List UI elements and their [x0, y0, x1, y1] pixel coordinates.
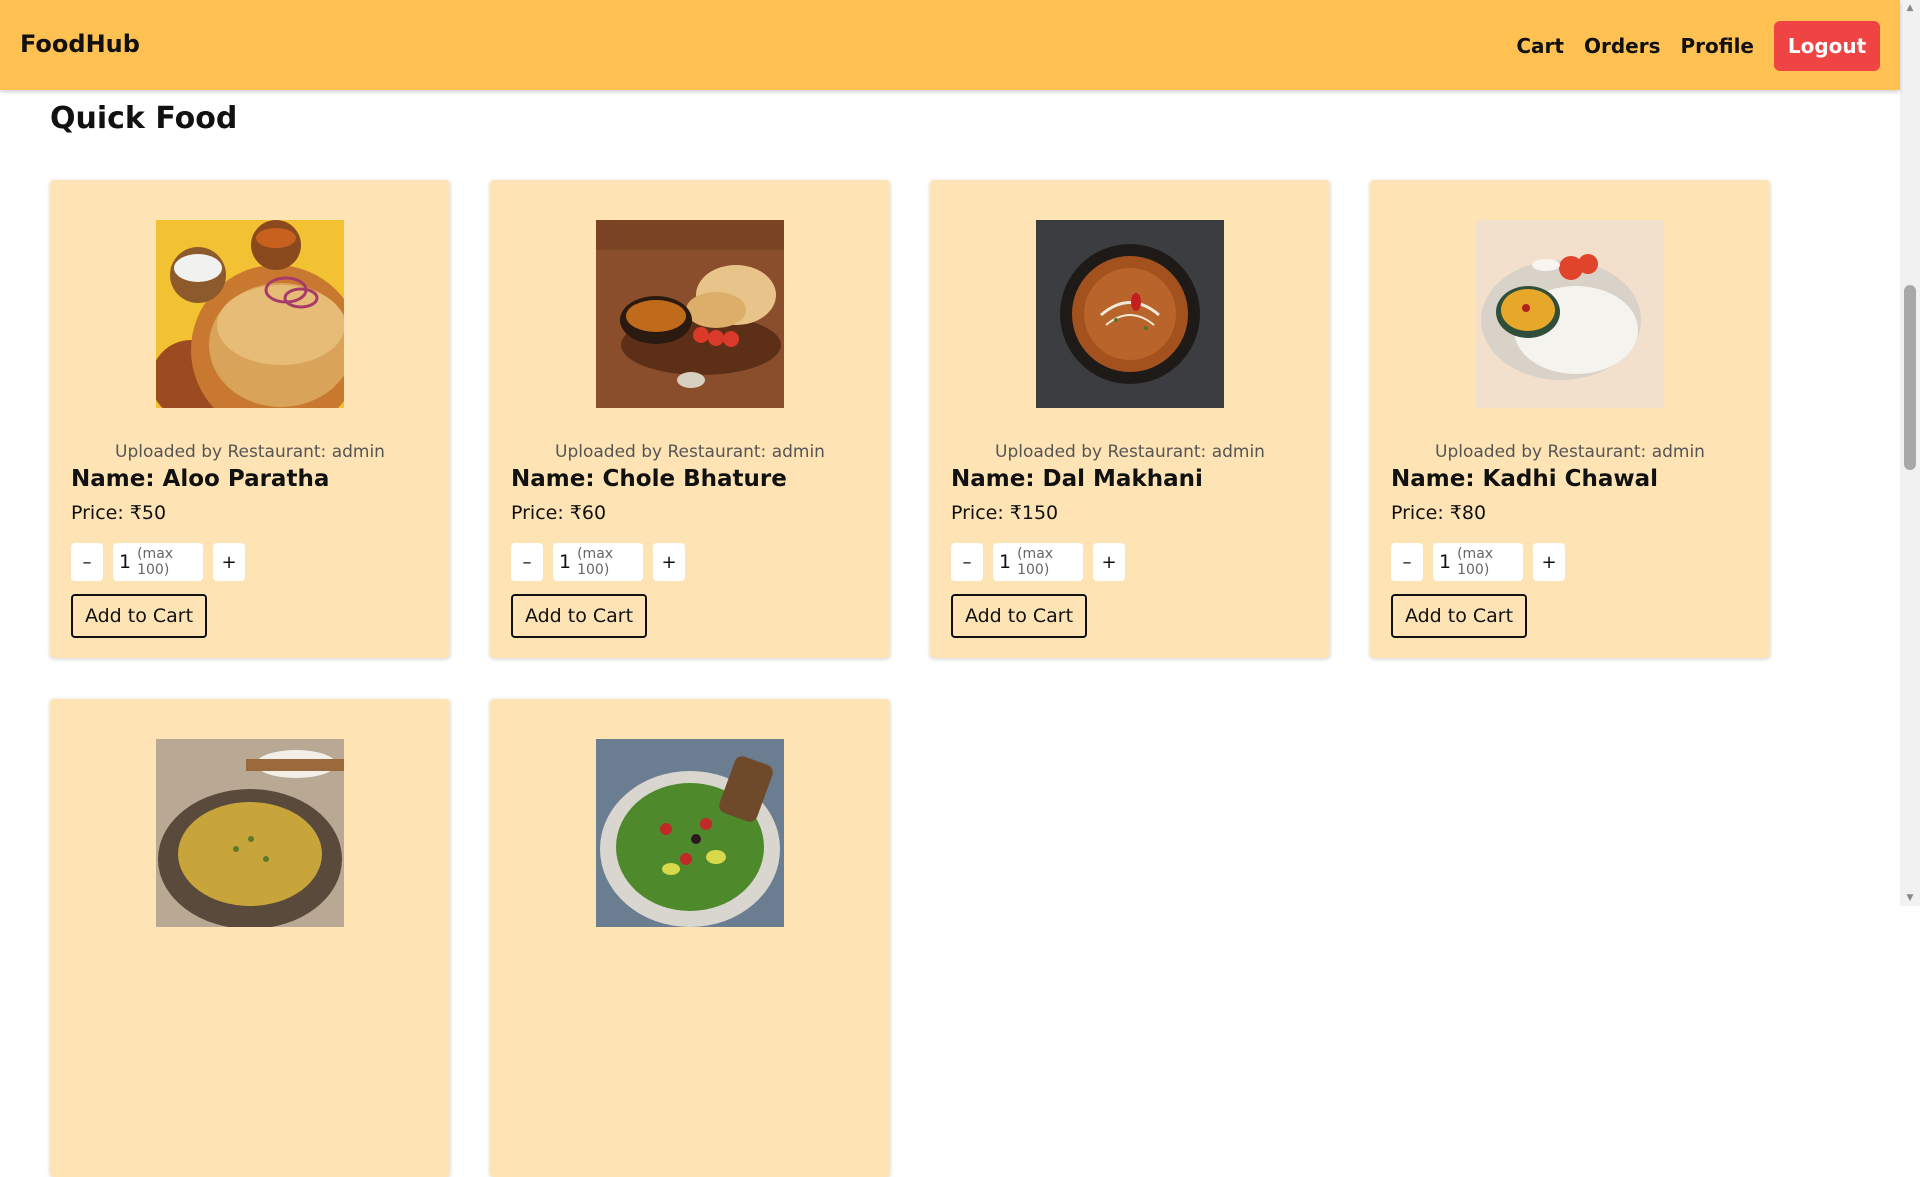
add-to-cart-button[interactable]: Add to Cart: [511, 594, 647, 638]
scrollbar-thumb[interactable]: [1904, 285, 1916, 470]
quantity-value: 1: [559, 551, 572, 573]
food-price: Price: ₹50: [71, 502, 167, 524]
quantity-stepper: – 1 (max 100) +: [71, 543, 245, 581]
food-card-khichdi: [50, 699, 450, 1177]
food-image-khichdi: [156, 739, 344, 927]
food-card-kadhi-chawal: Uploaded by Restaurant: admin Name: Kadh…: [1370, 180, 1770, 658]
food-image-salad: [596, 739, 784, 927]
nav-profile-link[interactable]: Profile: [1680, 34, 1754, 58]
quantity-max-hint: (max 100): [1017, 546, 1054, 578]
decrement-button[interactable]: –: [951, 543, 983, 581]
quantity-value: 1: [119, 551, 132, 573]
add-to-cart-button[interactable]: Add to Cart: [1391, 594, 1527, 638]
food-image-aloo-paratha: [156, 220, 344, 408]
decrement-button[interactable]: –: [1391, 543, 1423, 581]
food-price: Price: ₹150: [951, 502, 1059, 524]
quantity-value: 1: [1439, 551, 1452, 573]
nav-cart-link[interactable]: Cart: [1516, 34, 1564, 58]
food-card-chole-bhature: Uploaded by Restaurant: admin Name: Chol…: [490, 180, 890, 658]
increment-button[interactable]: +: [1533, 543, 1565, 581]
food-image-chole-bhature: [596, 220, 784, 408]
food-card-salad: [490, 699, 890, 1177]
increment-button[interactable]: +: [653, 543, 685, 581]
quantity-input[interactable]: 1 (max 100): [553, 543, 643, 581]
brand-logo-text[interactable]: FoodHub: [20, 30, 140, 58]
food-card-dal-makhani: Uploaded by Restaurant: admin Name: Dal …: [930, 180, 1330, 658]
nav-links: Cart Orders Profile Logout: [1496, 21, 1880, 71]
top-navbar: FoodHub Cart Orders Profile Logout: [0, 0, 1900, 90]
quantity-max-hint: (max 100): [137, 546, 174, 578]
logout-button[interactable]: Logout: [1774, 21, 1880, 71]
nav-orders-link[interactable]: Orders: [1584, 34, 1661, 58]
increment-button[interactable]: +: [213, 543, 245, 581]
increment-button[interactable]: +: [1093, 543, 1125, 581]
scroll-down-arrow-icon[interactable]: ▼: [1904, 892, 1916, 904]
food-name: Name: Chole Bhature: [511, 466, 787, 492]
food-card-aloo-paratha: Uploaded by Restaurant: admin Name: Aloo…: [50, 180, 450, 658]
add-to-cart-button[interactable]: Add to Cart: [951, 594, 1087, 638]
food-name: Name: Dal Makhani: [951, 466, 1203, 492]
food-image-dal-makhani: [1036, 220, 1224, 408]
quantity-stepper: – 1 (max 100) +: [951, 543, 1125, 581]
add-to-cart-button[interactable]: Add to Cart: [71, 594, 207, 638]
decrement-button[interactable]: –: [71, 543, 103, 581]
quantity-stepper: – 1 (max 100) +: [511, 543, 685, 581]
food-name: Name: Aloo Paratha: [71, 466, 330, 492]
quantity-max-hint: (max 100): [577, 546, 614, 578]
quantity-stepper: – 1 (max 100) +: [1391, 543, 1565, 581]
quantity-input[interactable]: 1 (max 100): [993, 543, 1083, 581]
food-name: Name: Kadhi Chawal: [1391, 466, 1659, 492]
uploader-text: Uploaded by Restaurant: admin: [1435, 442, 1705, 462]
section-title: Quick Food: [50, 101, 238, 136]
decrement-button[interactable]: –: [511, 543, 543, 581]
quantity-input[interactable]: 1 (max 100): [113, 543, 203, 581]
quantity-value: 1: [999, 551, 1012, 573]
food-price: Price: ₹80: [1391, 502, 1487, 524]
vertical-scrollbar[interactable]: ▲ ▼: [1900, 0, 1920, 906]
uploader-text: Uploaded by Restaurant: admin: [555, 442, 825, 462]
food-image-kadhi-chawal: [1476, 220, 1664, 408]
quantity-input[interactable]: 1 (max 100): [1433, 543, 1523, 581]
uploader-text: Uploaded by Restaurant: admin: [995, 442, 1265, 462]
uploader-text: Uploaded by Restaurant: admin: [115, 442, 385, 462]
scroll-up-arrow-icon[interactable]: ▲: [1904, 2, 1916, 14]
food-price: Price: ₹60: [511, 502, 607, 524]
quantity-max-hint: (max 100): [1457, 546, 1494, 578]
